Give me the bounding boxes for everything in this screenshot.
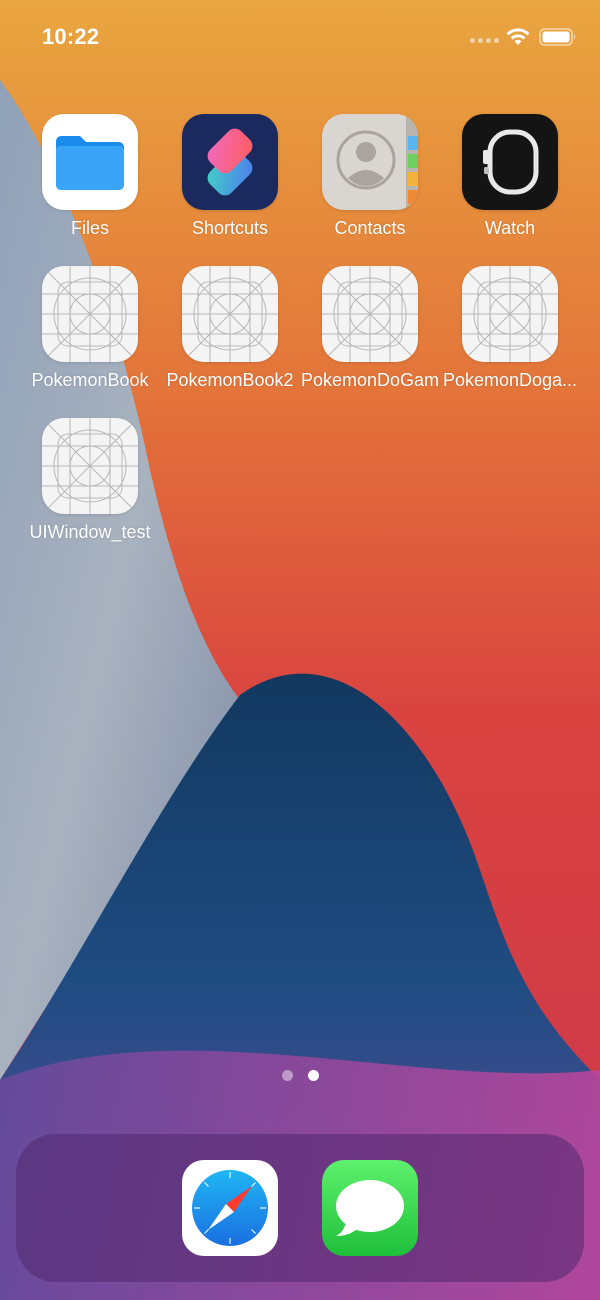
watch-icon[interactable] (462, 114, 558, 210)
placeholder-app-icon[interactable] (322, 266, 418, 362)
cellular-signal-icon (470, 38, 502, 44)
app-label: PokemonBook2 (166, 370, 294, 390)
files-icon[interactable] (42, 114, 138, 210)
page-dot-1[interactable] (282, 1070, 293, 1081)
messages-icon[interactable] (322, 1160, 418, 1256)
dock (16, 1134, 584, 1282)
contacts-icon[interactable] (322, 114, 418, 210)
status-bar: 10:22 (0, 0, 600, 72)
app-pokemondogam[interactable]: PokemonDoGam (300, 266, 440, 416)
app-pokemonbook[interactable]: PokemonBook (20, 266, 160, 416)
status-time: 10:22 (42, 24, 100, 49)
shortcuts-icon[interactable] (182, 114, 278, 210)
app-pokemondoga[interactable]: PokemonDoga... (440, 266, 580, 416)
app-label: UIWindow_test (29, 522, 151, 542)
app-label: PokemonDoga... (442, 370, 578, 390)
page-dot-2-active[interactable] (308, 1070, 319, 1081)
placeholder-app-icon[interactable] (462, 266, 558, 362)
placeholder-app-icon[interactable] (182, 266, 278, 362)
app-label: Shortcuts (191, 218, 269, 238)
app-watch[interactable]: Watch (440, 114, 580, 264)
placeholder-app-icon[interactable] (42, 266, 138, 362)
app-pokemonbook2[interactable]: PokemonBook2 (160, 266, 300, 416)
safari-icon[interactable] (182, 1160, 278, 1256)
app-shortcuts[interactable]: Shortcuts (160, 114, 300, 264)
app-label: Contacts (334, 218, 406, 238)
app-label: PokemonDoGam (300, 370, 440, 390)
wifi-icon (506, 28, 530, 45)
page-indicator[interactable] (0, 1068, 600, 1084)
app-files[interactable]: Files (20, 114, 160, 264)
app-label: Watch (484, 218, 536, 238)
placeholder-app-icon[interactable] (42, 418, 138, 514)
app-label: Files (70, 218, 109, 238)
app-uiwindow-test[interactable]: UIWindow_test (20, 418, 160, 568)
app-contacts[interactable]: Contacts (300, 114, 440, 264)
app-label: PokemonBook (31, 370, 149, 390)
battery-icon (539, 28, 576, 46)
